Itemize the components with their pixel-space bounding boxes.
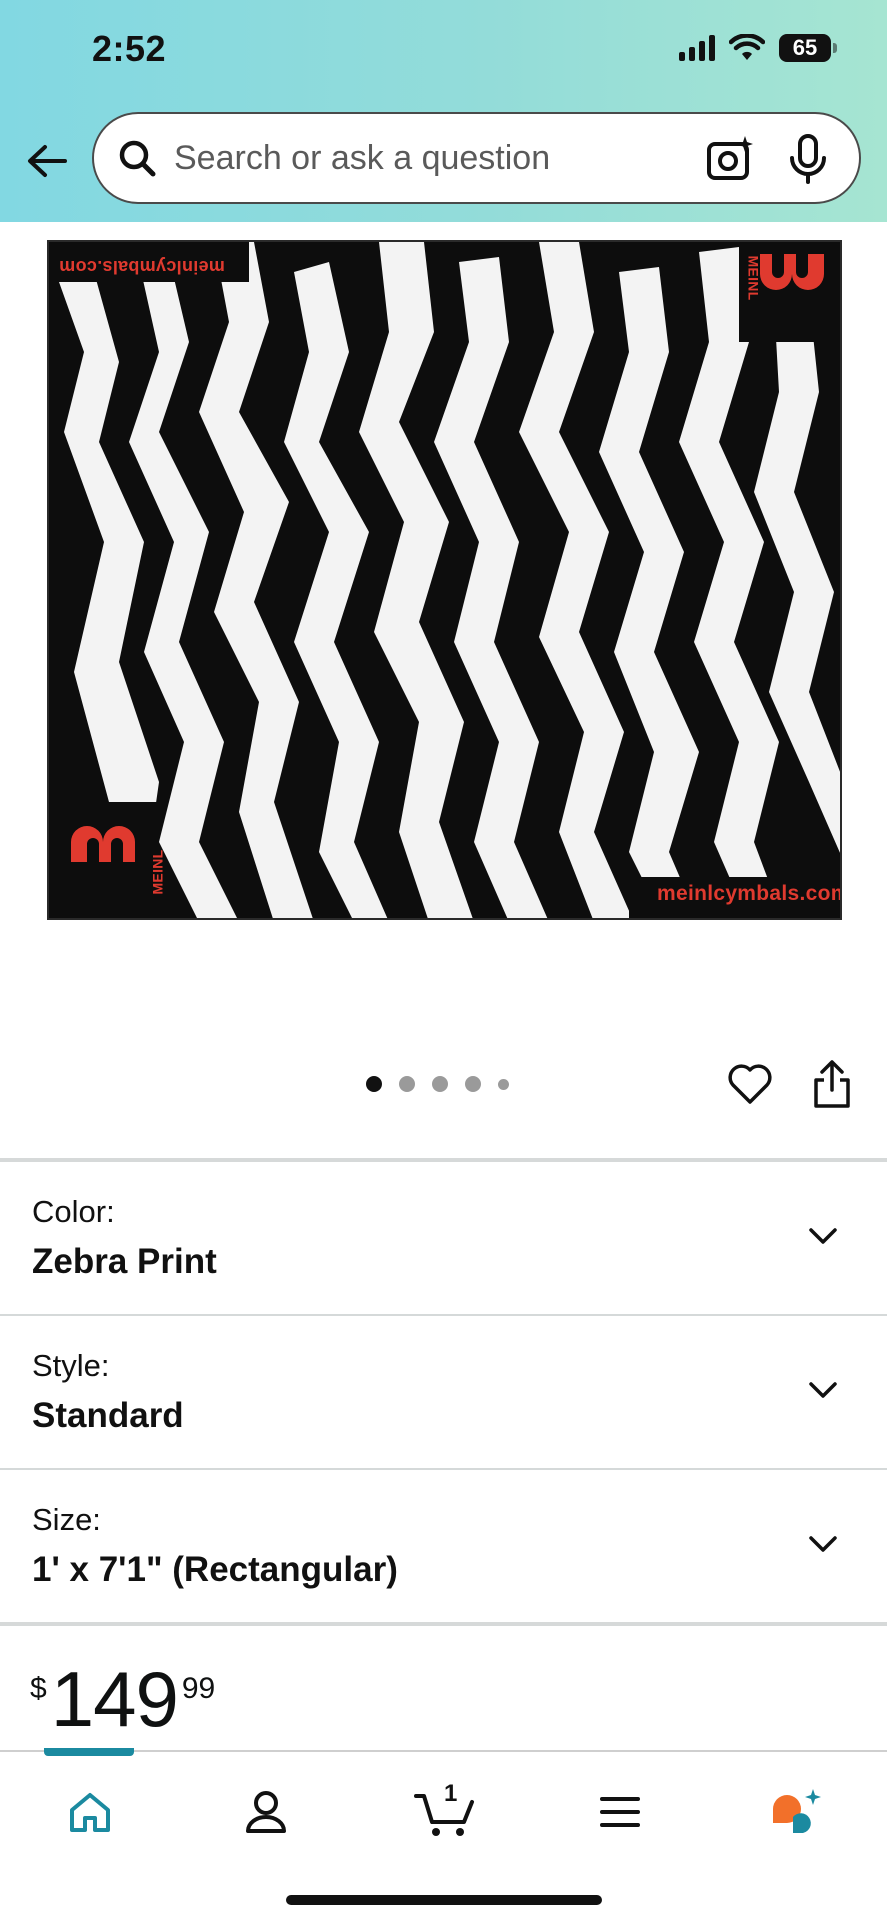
chevron-down-icon <box>809 1228 837 1244</box>
section-divider <box>0 1622 887 1626</box>
cart-count-badge: 1 <box>444 1780 458 1807</box>
search-icon <box>114 135 160 181</box>
share-icon[interactable] <box>810 1058 854 1110</box>
search-input[interactable] <box>174 138 674 178</box>
style-selector[interactable]: Style: Standard <box>0 1316 887 1466</box>
chevron-down-icon <box>809 1536 837 1552</box>
carousel-dot[interactable] <box>366 1076 382 1092</box>
status-time: 2:52 <box>92 28 167 69</box>
wifi-icon <box>729 34 765 60</box>
ai-assistant-icon <box>773 1789 821 1833</box>
microphone-icon[interactable] <box>783 132 833 186</box>
back-arrow-icon <box>28 145 67 177</box>
color-selector[interactable]: Color: Zebra Print <box>0 1162 887 1312</box>
option-label: Size: <box>32 1502 101 1537</box>
price-currency: $ <box>30 1672 47 1705</box>
nav-rufus-assistant[interactable] <box>766 1784 826 1840</box>
zebra-print-pattern <box>49 242 840 918</box>
option-value: 1' x 7'1" (Rectangular) <box>32 1550 398 1589</box>
size-selector[interactable]: Size: 1' x 7'1" (Rectangular) <box>0 1470 887 1620</box>
active-tab-indicator <box>44 1748 134 1756</box>
brand-website-text: meinlcymbals.com <box>657 882 842 905</box>
search-bar[interactable] <box>92 112 861 204</box>
home-icon <box>70 1793 110 1832</box>
battery-icon: 65 <box>779 34 837 62</box>
nav-cart[interactable]: 1 <box>412 1780 478 1840</box>
status-icons: 65 <box>679 34 837 62</box>
nav-home[interactable] <box>60 1784 120 1840</box>
option-value: Zebra Print <box>32 1242 217 1281</box>
brand-name-text: MEINL <box>149 849 166 895</box>
option-value: Standard <box>32 1396 184 1435</box>
chevron-down-icon <box>809 1382 837 1398</box>
hamburger-menu-icon <box>600 1797 640 1827</box>
product-price: $ 149 99 <box>30 1660 215 1738</box>
home-indicator <box>286 1895 602 1905</box>
option-label: Style: <box>32 1348 110 1383</box>
brand-name-text-rotated: MEINL <box>745 255 762 301</box>
app-header: 2:52 65 <box>0 0 887 222</box>
price-whole: 149 <box>50 1655 179 1743</box>
heart-icon[interactable] <box>726 1060 774 1108</box>
carousel-dot[interactable] <box>498 1078 509 1090</box>
back-button[interactable] <box>22 136 72 186</box>
carousel-dot[interactable] <box>465 1076 481 1092</box>
brand-website-text-rotated: meinlcymbals.com <box>59 257 225 277</box>
option-label: Color: <box>32 1194 115 1229</box>
product-image[interactable]: meinlcymbals.com meinlcymbals.com MEINL … <box>47 240 842 920</box>
camera-lens-icon[interactable] <box>705 134 755 184</box>
carousel-dot[interactable] <box>432 1076 448 1092</box>
carousel-dot[interactable] <box>399 1076 415 1092</box>
price-fraction: 99 <box>181 1672 216 1705</box>
cellular-signal-icon <box>679 35 715 61</box>
nav-menu[interactable] <box>590 1784 650 1840</box>
image-carousel-dots[interactable] <box>366 1076 509 1092</box>
person-icon <box>246 1791 286 1833</box>
nav-account[interactable] <box>236 1784 296 1840</box>
